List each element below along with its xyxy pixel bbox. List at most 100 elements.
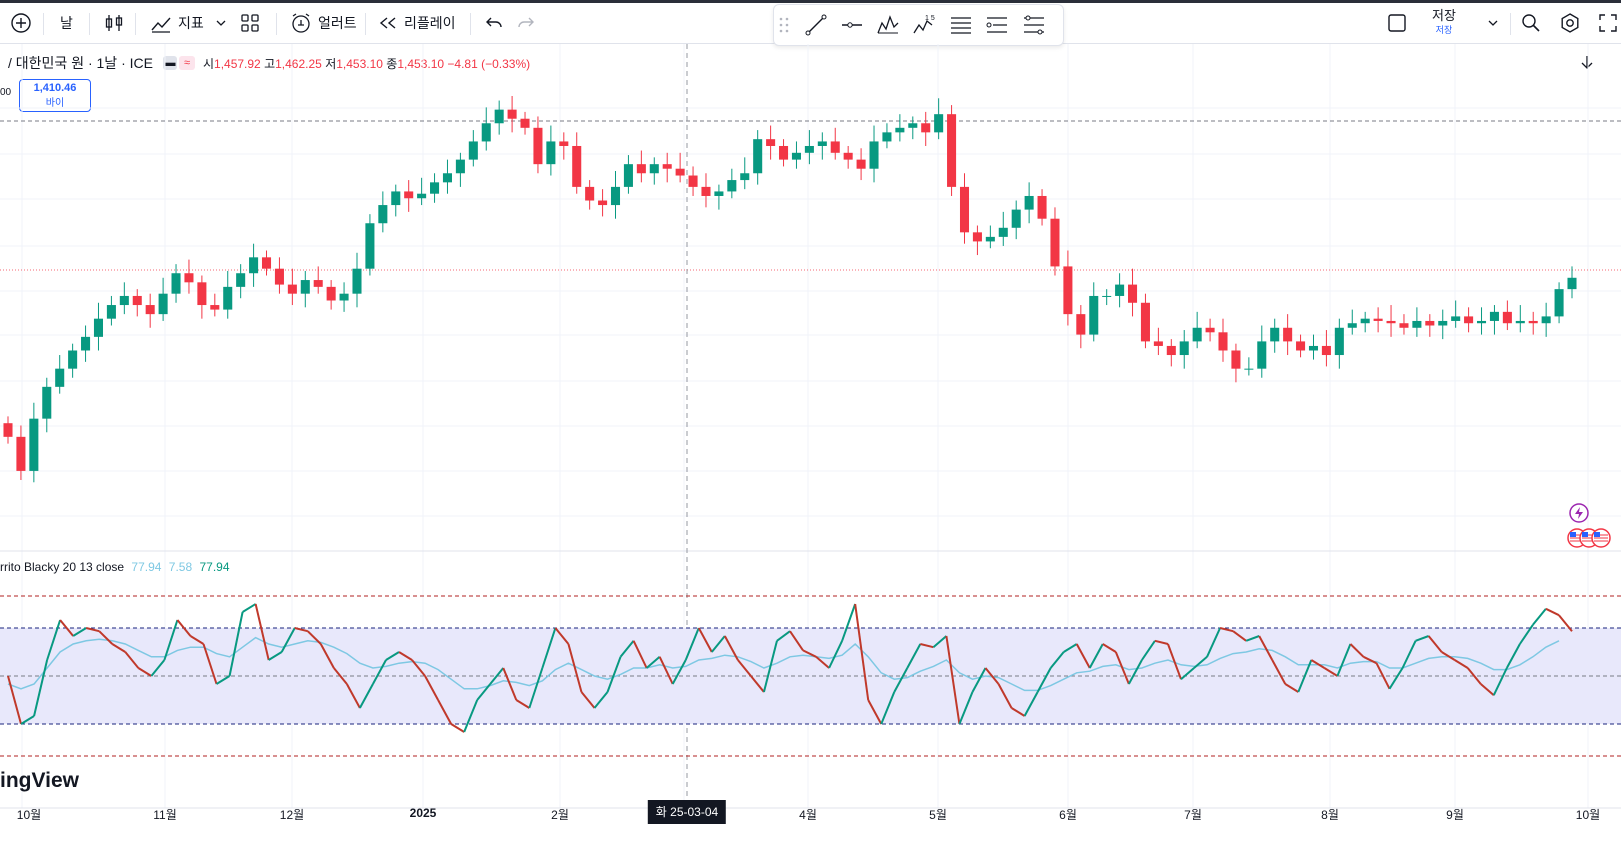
candle	[1489, 311, 1499, 321]
lightning-icon[interactable]	[1568, 502, 1590, 524]
candle	[1502, 311, 1512, 324]
candle	[1115, 284, 1125, 296]
candle	[1257, 341, 1267, 369]
candle	[559, 141, 569, 146]
candle	[29, 418, 39, 471]
time-axis-label: 7월	[1184, 808, 1202, 822]
candle	[779, 145, 789, 160]
crosshair-date-label: 화 25-03-04	[647, 800, 727, 824]
candle	[856, 159, 866, 169]
candle	[210, 305, 220, 310]
candle	[1011, 209, 1021, 228]
oscillator-band	[0, 628, 1621, 724]
candle	[81, 336, 91, 351]
candle	[1476, 320, 1487, 324]
oscillator-line-segment	[242, 603, 257, 613]
candle	[223, 286, 233, 310]
candle	[947, 114, 957, 187]
candle	[882, 132, 892, 142]
candle	[1063, 266, 1073, 315]
candle	[572, 145, 582, 187]
candle	[985, 236, 995, 242]
candle	[300, 280, 310, 294]
candle	[1308, 345, 1319, 351]
candle	[339, 293, 349, 301]
candle	[1270, 327, 1280, 342]
candle	[442, 173, 452, 183]
candle	[55, 368, 65, 387]
candle	[481, 123, 491, 142]
candle	[430, 182, 440, 194]
time-axis-label: 5월	[929, 808, 947, 822]
candle	[1089, 295, 1099, 335]
candle	[908, 123, 918, 128]
us-flag-events-icon[interactable]	[1566, 527, 1621, 549]
candle	[1231, 350, 1241, 369]
indicator-value-1: 77.94	[131, 560, 162, 574]
candle	[249, 257, 259, 274]
candle	[688, 175, 698, 187]
time-axis-label: 11월	[153, 808, 177, 822]
candle	[391, 191, 401, 206]
candle	[1412, 320, 1422, 328]
candle	[404, 191, 414, 199]
candle	[520, 118, 530, 128]
candle	[830, 141, 840, 153]
candle	[1024, 195, 1034, 210]
candle	[1438, 320, 1448, 326]
candle	[68, 350, 78, 369]
candle	[1347, 323, 1357, 328]
time-axis-label: 4월	[799, 808, 817, 822]
tradingview-watermark: ingView	[0, 769, 79, 792]
candle	[1464, 316, 1474, 324]
candle	[1360, 318, 1370, 324]
candle	[1153, 341, 1163, 346]
candle	[1334, 327, 1344, 356]
candle	[1102, 295, 1112, 297]
candle	[959, 186, 970, 233]
candle	[352, 268, 362, 294]
candle	[843, 152, 853, 160]
candle	[1205, 327, 1215, 333]
candle	[921, 123, 931, 133]
candle	[727, 180, 737, 192]
candle	[1050, 218, 1060, 267]
candle	[1037, 195, 1047, 219]
candle	[869, 141, 879, 169]
candle	[42, 386, 52, 419]
candle	[171, 273, 181, 294]
candle	[895, 127, 905, 133]
candle	[533, 127, 543, 165]
price-chart[interactable]	[0, 0, 1621, 844]
candle	[261, 257, 272, 269]
candle	[1373, 318, 1383, 321]
indicator-name[interactable]: rrito Blacky 20 13 close	[0, 560, 124, 574]
candle	[326, 286, 336, 301]
candle	[93, 318, 104, 337]
candle	[119, 295, 129, 306]
candle	[455, 159, 465, 174]
candle	[753, 139, 763, 174]
candle	[197, 282, 207, 306]
candle	[766, 139, 776, 146]
candle	[791, 152, 801, 160]
candle	[468, 141, 478, 160]
candle	[804, 145, 814, 153]
candle	[236, 273, 246, 287]
candle	[972, 232, 982, 242]
candle	[701, 186, 711, 196]
candle	[106, 305, 116, 319]
candle	[649, 164, 659, 174]
time-axis-label: 12월	[279, 808, 305, 822]
candle	[1076, 314, 1086, 335]
time-axis-label: 2월	[551, 808, 569, 822]
time-axis-label: 10월	[16, 808, 42, 822]
candle	[1451, 316, 1461, 321]
candle	[3, 423, 13, 437]
candle	[184, 273, 194, 283]
candle	[1425, 320, 1435, 326]
candle	[662, 164, 672, 169]
time-axis-label: 2025	[409, 806, 437, 820]
candle	[287, 284, 297, 294]
indicator-value-2: 7.58	[168, 560, 193, 574]
